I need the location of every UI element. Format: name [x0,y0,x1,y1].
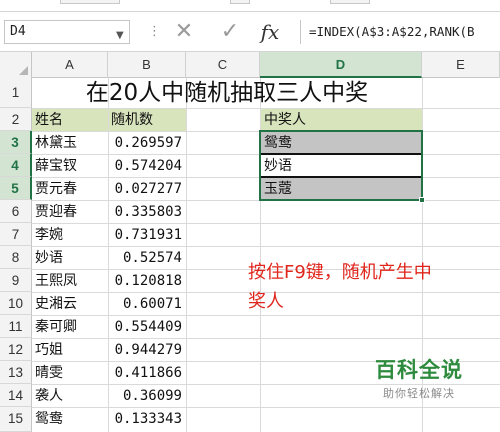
instruction-annotation: 按住F9键，随机产生中 奖人 [248,258,500,316]
random-value[interactable]: 0.731931 [108,224,186,246]
random-value[interactable]: 0.120818 [108,270,186,292]
check-icon[interactable]: ✓ [216,20,244,44]
ribbon-tab-fragment[interactable] [330,0,370,4]
person-name[interactable]: 李婉 [32,224,108,246]
column-header-bar: A B C D E [0,52,500,78]
fx-icon[interactable]: fx [256,20,284,44]
row-header-3[interactable]: 3 [0,131,32,154]
person-name[interactable]: 贾元春 [32,178,108,200]
person-name[interactable]: 史湘云 [32,293,108,315]
worksheet-grid: A B C D E 1 2 3 4 5 6 7 8 9 10 11 12 13 … [0,52,500,432]
random-value[interactable]: 0.133343 [108,408,186,430]
random-value[interactable]: 0.36099 [108,385,186,407]
row-header-2[interactable]: 2 [0,108,32,131]
ribbon-tab-fragment[interactable] [60,0,120,4]
ribbon-edge [0,0,500,12]
random-value[interactable]: 0.52574 [108,247,186,269]
formula-input[interactable]: =INDEX(A$3:A$22,RANK(B [300,20,500,44]
column-header-c[interactable]: C [186,52,260,78]
random-value[interactable]: 0.269597 [108,132,186,154]
select-all-button[interactable] [0,52,32,78]
watermark-title: 百科全说 [375,358,463,382]
watermark-subtitle: 助你轻松解决 [383,387,455,400]
person-name[interactable]: 林黛玉 [32,132,108,154]
sheet-title[interactable]: 在20人中随机抽取三人中奖 [32,79,422,107]
chevron-down-icon[interactable]: ▼ [116,30,124,41]
random-value[interactable]: 0.944279 [108,339,186,361]
formula-bar: D4 ▼ ⋮ ✕ ✓ fx =INDEX(A$3:A$22,RANK(B [0,12,500,52]
selection-range [259,130,423,201]
gridline [186,78,187,432]
row-header-7[interactable]: 7 [0,223,32,246]
person-name[interactable]: 薛宝钗 [32,155,108,177]
column-header-b[interactable]: B [108,52,186,78]
row-header-1[interactable]: 1 [0,78,32,108]
person-name[interactable]: 妙语 [32,247,108,269]
row-header-6[interactable]: 6 [0,200,32,223]
row-header-10[interactable]: 10 [0,292,32,315]
random-value[interactable]: 0.554409 [108,316,186,338]
select-all-triangle [19,66,28,75]
fill-handle[interactable] [419,197,425,203]
column-header-d[interactable]: D [260,52,422,78]
close-icon[interactable]: ✕ [170,20,198,44]
annotation-line-1: 按住F9键，随机产生中 [248,262,432,283]
person-name[interactable]: 鸳鸯 [32,408,108,430]
random-value[interactable]: 0.027277 [108,178,186,200]
row-header-15[interactable]: 15 [0,407,32,432]
watermark: 百科全说 助你轻松解决 [364,354,474,401]
row-header-8[interactable]: 8 [0,246,32,269]
row-header-5[interactable]: 5 [0,177,32,200]
header-name[interactable]: 姓名 [32,109,108,131]
header-winners[interactable]: 中奖人 [260,109,422,131]
column-header-a[interactable]: A [32,52,108,78]
ribbon-tab-fragment[interactable] [230,0,250,4]
annotation-line-2: 奖人 [248,291,284,312]
person-name[interactable]: 晴雯 [32,362,108,384]
person-name[interactable]: 袭人 [32,385,108,407]
column-header-e[interactable]: E [422,52,500,78]
random-value[interactable]: 0.60071 [108,293,186,315]
row-header-11[interactable]: 11 [0,315,32,338]
row-header-13[interactable]: 13 [0,361,32,384]
row-header-12[interactable]: 12 [0,338,32,361]
person-name[interactable]: 秦可卿 [32,316,108,338]
row-header-14[interactable]: 14 [0,384,32,407]
person-name[interactable]: 王熙凤 [32,270,108,292]
random-value[interactable]: 0.335803 [108,201,186,223]
random-value[interactable]: 0.411866 [108,362,186,384]
row-header-9[interactable]: 9 [0,269,32,292]
formula-bar-splitter-icon[interactable]: ⋮ [148,22,161,42]
person-name[interactable]: 巧姐 [32,339,108,361]
header-random[interactable]: 随机数 [108,109,186,131]
person-name[interactable]: 贾迎春 [32,201,108,223]
name-box[interactable]: D4 [4,20,130,44]
row-header-4[interactable]: 4 [0,154,32,177]
random-value[interactable]: 0.574204 [108,155,186,177]
